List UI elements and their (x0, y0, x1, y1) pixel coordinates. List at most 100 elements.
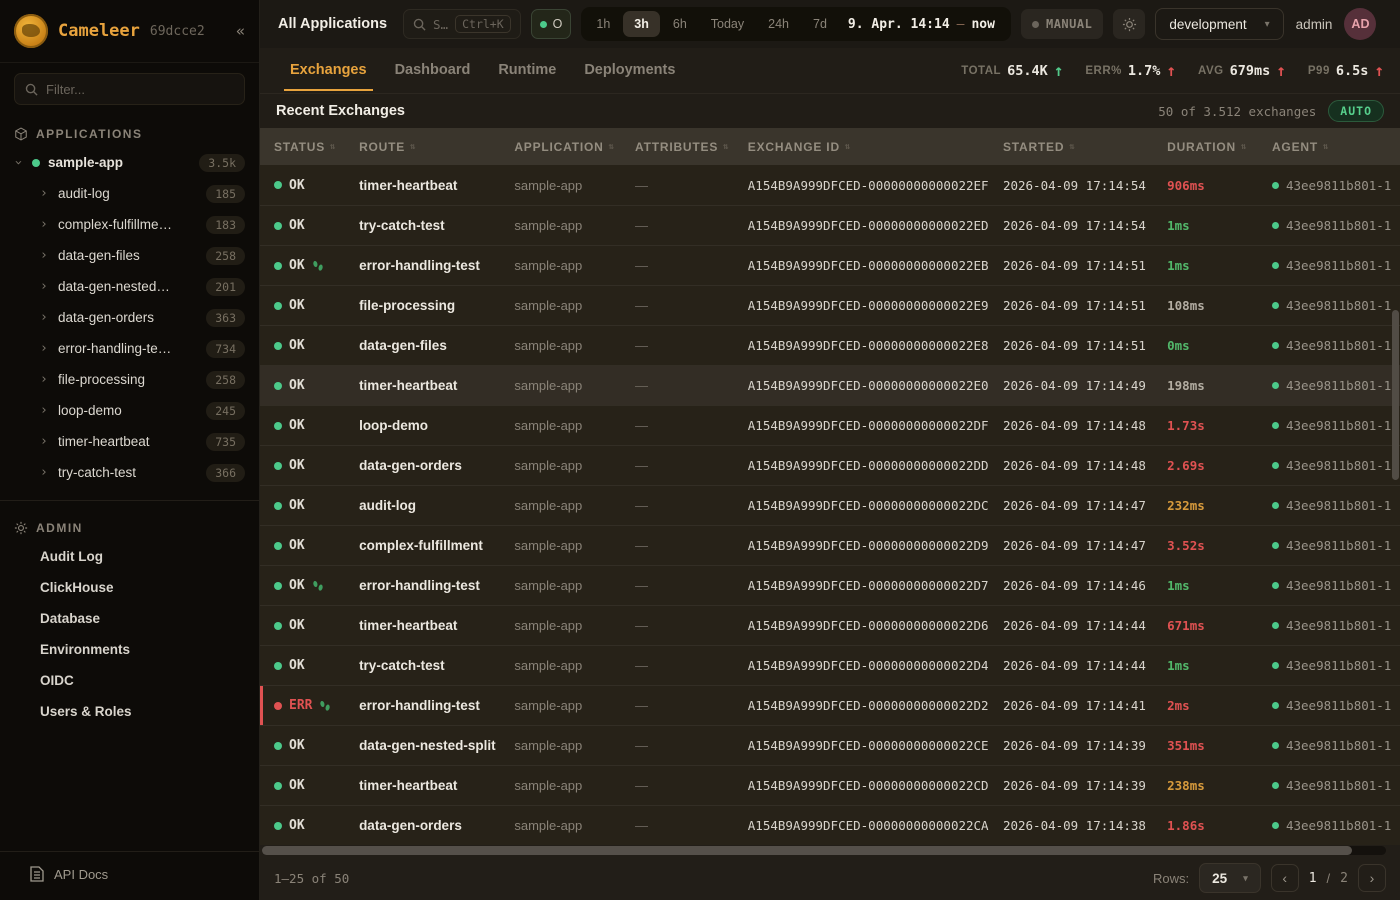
table-row[interactable]: OK timer-heartbeat sample-app — A154B9A9… (260, 765, 1400, 805)
table-row[interactable]: OK audit-log sample-app — A154B9A999DFCE… (260, 485, 1400, 525)
time-range-1h[interactable]: 1h (585, 11, 621, 37)
manual-mode-button[interactable]: MANUAL (1021, 9, 1103, 39)
tab-runtime[interactable]: Runtime (484, 50, 570, 91)
time-range-24h[interactable]: 24h (757, 11, 800, 37)
time-range-today[interactable]: Today (700, 11, 755, 37)
live-status-button[interactable]: O (531, 9, 572, 39)
table-row[interactable]: ERR error-handling-test sample-app — A15… (260, 685, 1400, 725)
chevron-right-icon[interactable]: › (40, 372, 50, 387)
count-badge: 185 (206, 185, 245, 203)
column-header-started[interactable]: STARTED⇅ (1003, 140, 1167, 154)
table-header-row: STATUS⇅ ROUTE⇅ APPLICATION⇅ ATTRIBUTES⇅ … (260, 128, 1400, 165)
topbar: All Applications S… Ctrl+K O 1h 3h 6h To… (260, 0, 1400, 48)
sidebar-item-sample-app[interactable]: › sample-app 3.5k (0, 147, 259, 178)
agent-cell: 43ee9811b801-1 (1272, 778, 1400, 793)
column-header-status[interactable]: STATUS⇅ (274, 140, 359, 154)
sidebar-item-api-docs[interactable]: API Docs (0, 851, 259, 900)
chevron-right-icon[interactable]: › (40, 341, 50, 356)
route-cell: timer-heartbeat (359, 378, 514, 393)
agent-cell: 43ee9811b801-1 (1272, 338, 1400, 353)
table-row[interactable]: OK try-catch-test sample-app — A154B9A99… (260, 205, 1400, 245)
ok-dot (274, 542, 282, 550)
column-header-agent[interactable]: AGENT⇅ (1272, 140, 1400, 154)
table-row[interactable]: OK timer-heartbeat sample-app — A154B9A9… (260, 365, 1400, 405)
table-row[interactable]: OK error-handling-test sample-app — A154… (260, 245, 1400, 285)
time-range-3h[interactable]: 3h (623, 11, 660, 37)
theme-toggle-button[interactable] (1113, 9, 1145, 39)
time-range-7d[interactable]: 7d (802, 11, 838, 37)
column-header-route[interactable]: ROUTE⇅ (359, 140, 514, 154)
chevron-down-icon[interactable]: › (14, 155, 24, 170)
prev-page-button[interactable]: ‹ (1271, 864, 1299, 892)
table-row[interactable]: OK data-gen-orders sample-app — A154B9A9… (260, 805, 1400, 845)
time-range-6h[interactable]: 6h (662, 11, 698, 37)
exchange-id-cell: A154B9A999DFCED-00000000000022D4 (748, 658, 1003, 673)
tab-deployments[interactable]: Deployments (570, 50, 689, 91)
table-row[interactable]: OK data-gen-files sample-app — A154B9A99… (260, 325, 1400, 365)
table-row[interactable]: OK file-processing sample-app — A154B9A9… (260, 285, 1400, 325)
sidebar-item-data-gen-nested[interactable]: › data-gen-nested… 201 (0, 271, 259, 302)
tab-dashboard[interactable]: Dashboard (381, 50, 485, 91)
column-header-attributes[interactable]: ATTRIBUTES⇅ (635, 140, 748, 154)
horizontal-scrollbar-thumb[interactable] (262, 846, 1352, 855)
sidebar-item-timer-heartbeat[interactable]: › timer-heartbeat 735 (0, 426, 259, 457)
table-row[interactable]: OK timer-heartbeat sample-app — A154B9A9… (260, 605, 1400, 645)
application-cell: sample-app (514, 778, 635, 793)
chevron-right-icon[interactable]: › (40, 403, 50, 418)
global-search-input[interactable]: S… Ctrl+K (403, 9, 521, 39)
sidebar-item-loop-demo[interactable]: › loop-demo 245 (0, 395, 259, 426)
chevron-right-icon[interactable]: › (40, 465, 50, 480)
table-row[interactable]: OK complex-fulfillment sample-app — A154… (260, 525, 1400, 565)
sidebar-item-error-handling-te[interactable]: › error-handling-te… 734 (0, 333, 259, 364)
sidebar-item-try-catch-test[interactable]: › try-catch-test 366 (0, 457, 259, 488)
avatar[interactable]: AD (1344, 8, 1376, 40)
sidebar-item-file-processing[interactable]: › file-processing 258 (0, 364, 259, 395)
vertical-scrollbar-thumb[interactable] (1392, 310, 1399, 480)
search-icon (25, 83, 38, 96)
sidebar-collapse-button[interactable]: « (236, 22, 245, 40)
count-badge: 366 (206, 464, 245, 482)
sidebar-item-audit-log[interactable]: Audit Log (0, 541, 259, 572)
horizontal-scrollbar[interactable] (262, 846, 1386, 855)
chevron-right-icon[interactable]: › (40, 310, 50, 325)
table-row[interactable]: OK loop-demo sample-app — A154B9A999DFCE… (260, 405, 1400, 445)
route-cell: error-handling-test (359, 578, 514, 593)
stat-total: TOTAL 65.4K ↑ (961, 61, 1063, 80)
sidebar-item-audit-log[interactable]: › audit-log 185 (0, 178, 259, 209)
auto-refresh-badge[interactable]: AUTO (1328, 100, 1384, 122)
chevron-right-icon[interactable]: › (40, 434, 50, 449)
status-cell: OK (274, 218, 359, 233)
column-header-exchange-id[interactable]: EXCHANGE ID⇅ (748, 140, 1003, 154)
table-row[interactable]: OK timer-heartbeat sample-app — A154B9A9… (260, 165, 1400, 205)
chevron-right-icon[interactable]: › (40, 248, 50, 263)
environment-select[interactable]: development ▾ (1155, 8, 1283, 40)
sidebar-item-users-amp-roles[interactable]: Users & Roles (0, 696, 259, 727)
sidebar-item-environments[interactable]: Environments (0, 634, 259, 665)
main-panel: All Applications S… Ctrl+K O 1h 3h 6h To… (260, 0, 1400, 900)
sidebar-item-clickhouse[interactable]: ClickHouse (0, 572, 259, 603)
agent-cell: 43ee9811b801-1 (1272, 178, 1400, 193)
rows-per-page-select[interactable]: 25 ▾ (1199, 863, 1261, 893)
table-row[interactable]: OK error-handling-test sample-app — A154… (260, 565, 1400, 605)
table-row[interactable]: OK try-catch-test sample-app — A154B9A99… (260, 645, 1400, 685)
filter-placeholder: Filter... (46, 82, 85, 97)
date-range-display[interactable]: 9. Apr. 14:14 – now (840, 17, 1007, 32)
agent-status-dot (1272, 262, 1279, 269)
table-row[interactable]: OK data-gen-orders sample-app — A154B9A9… (260, 445, 1400, 485)
column-header-application[interactable]: APPLICATION⇅ (514, 140, 635, 154)
filter-input[interactable]: Filter... (14, 73, 245, 105)
sidebar-item-database[interactable]: Database (0, 603, 259, 634)
tab-exchanges[interactable]: Exchanges (276, 50, 381, 91)
chevron-right-icon[interactable]: › (40, 217, 50, 232)
sidebar-item-oidc[interactable]: OIDC (0, 665, 259, 696)
column-header-duration[interactable]: DURATION⇅ (1167, 140, 1272, 154)
attributes-cell: — (635, 178, 748, 193)
sidebar-item-data-gen-files[interactable]: › data-gen-files 258 (0, 240, 259, 271)
agent-cell: 43ee9811b801-1 (1272, 698, 1400, 713)
sidebar-item-complex-fulfillme[interactable]: › complex-fulfillme… 183 (0, 209, 259, 240)
chevron-right-icon[interactable]: › (40, 186, 50, 201)
table-row[interactable]: OK data-gen-nested-split sample-app — A1… (260, 725, 1400, 765)
chevron-right-icon[interactable]: › (40, 279, 50, 294)
sidebar-item-data-gen-orders[interactable]: › data-gen-orders 363 (0, 302, 259, 333)
next-page-button[interactable]: › (1358, 864, 1386, 892)
